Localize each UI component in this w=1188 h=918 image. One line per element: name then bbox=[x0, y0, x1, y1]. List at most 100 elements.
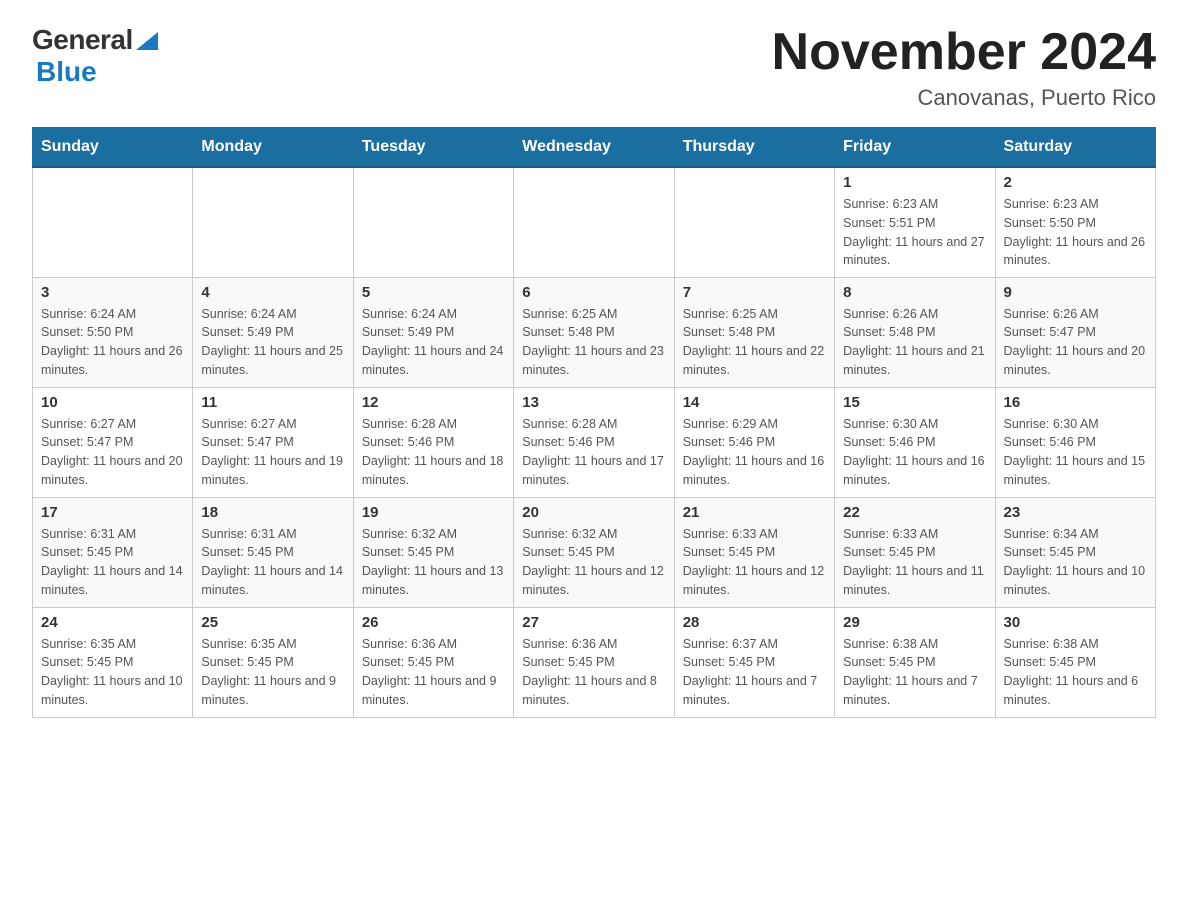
day-number: 29 bbox=[843, 614, 986, 631]
calendar-cell: 9 Sunrise: 6:26 AMSunset: 5:47 PMDaylight… bbox=[995, 277, 1155, 387]
day-number: 26 bbox=[362, 614, 505, 631]
day-info: Sunrise: 6:32 AMSunset: 5:45 PMDaylight:… bbox=[522, 525, 665, 600]
calendar-cell: 15 Sunrise: 6:30 AMSunset: 5:46 PMDayligh… bbox=[835, 387, 995, 497]
day-number: 25 bbox=[201, 614, 344, 631]
day-number: 5 bbox=[362, 284, 505, 301]
calendar-cell: 13 Sunrise: 6:28 AMSunset: 5:46 PMDayligh… bbox=[514, 387, 674, 497]
day-number: 12 bbox=[362, 394, 505, 411]
logo-triangle-icon bbox=[136, 32, 158, 50]
calendar-cell bbox=[193, 167, 353, 277]
calendar-cell: 2 Sunrise: 6:23 AMSunset: 5:50 PMDaylight… bbox=[995, 167, 1155, 277]
calendar-cell: 25 Sunrise: 6:35 AMSunset: 5:45 PMDayligh… bbox=[193, 607, 353, 717]
calendar-cell: 28 Sunrise: 6:37 AMSunset: 5:45 PMDayligh… bbox=[674, 607, 834, 717]
weekday-header-tuesday: Tuesday bbox=[353, 128, 513, 168]
calendar-cell: 6 Sunrise: 6:25 AMSunset: 5:48 PMDaylight… bbox=[514, 277, 674, 387]
calendar-cell: 29Sunrise: 6:38 AMSunset: 5:45 PMDayligh… bbox=[835, 607, 995, 717]
calendar-title: November 2024 bbox=[772, 24, 1156, 81]
calendar-week-row: 3 Sunrise: 6:24 AMSunset: 5:50 PMDaylight… bbox=[33, 277, 1156, 387]
day-info: Sunrise: 6:24 AMSunset: 5:49 PMDaylight:… bbox=[362, 305, 505, 380]
day-number: 2 bbox=[1004, 174, 1147, 191]
day-number: 14 bbox=[683, 394, 826, 411]
calendar-cell: 17 Sunrise: 6:31 AMSunset: 5:45 PMDayligh… bbox=[33, 497, 193, 607]
calendar-cell bbox=[33, 167, 193, 277]
day-info: Sunrise: 6:26 AMSunset: 5:47 PMDaylight:… bbox=[1004, 305, 1147, 380]
calendar-body: 1 Sunrise: 6:23 AMSunset: 5:51 PMDaylight… bbox=[33, 167, 1156, 717]
calendar-cell: 1 Sunrise: 6:23 AMSunset: 5:51 PMDaylight… bbox=[835, 167, 995, 277]
calendar-cell: 23 Sunrise: 6:34 AMSunset: 5:45 PMDayligh… bbox=[995, 497, 1155, 607]
day-info: Sunrise: 6:28 AMSunset: 5:46 PMDaylight:… bbox=[362, 415, 505, 490]
day-info: Sunrise: 6:30 AMSunset: 5:46 PMDaylight:… bbox=[1004, 415, 1147, 490]
day-info: Sunrise: 6:24 AMSunset: 5:49 PMDaylight:… bbox=[201, 305, 344, 380]
day-number: 30 bbox=[1004, 614, 1147, 631]
calendar-week-row: 24 Sunrise: 6:35 AMSunset: 5:45 PMDayligh… bbox=[33, 607, 1156, 717]
day-info: Sunrise: 6:33 AMSunset: 5:45 PMDaylight:… bbox=[843, 525, 986, 600]
calendar-cell: 3 Sunrise: 6:24 AMSunset: 5:50 PMDaylight… bbox=[33, 277, 193, 387]
day-number: 21 bbox=[683, 504, 826, 521]
calendar-cell: 21Sunrise: 6:33 AMSunset: 5:45 PMDayligh… bbox=[674, 497, 834, 607]
day-info: Sunrise: 6:28 AMSunset: 5:46 PMDaylight:… bbox=[522, 415, 665, 490]
day-number: 28 bbox=[683, 614, 826, 631]
calendar-cell: 11Sunrise: 6:27 AMSunset: 5:47 PMDayligh… bbox=[193, 387, 353, 497]
day-info: Sunrise: 6:31 AMSunset: 5:45 PMDaylight:… bbox=[201, 525, 344, 600]
day-number: 22 bbox=[843, 504, 986, 521]
calendar-cell bbox=[353, 167, 513, 277]
logo-blue-text: Blue bbox=[36, 56, 97, 87]
calendar-cell: 10Sunrise: 6:27 AMSunset: 5:47 PMDayligh… bbox=[33, 387, 193, 497]
day-info: Sunrise: 6:35 AMSunset: 5:45 PMDaylight:… bbox=[41, 635, 184, 710]
calendar-cell: 4 Sunrise: 6:24 AMSunset: 5:49 PMDaylight… bbox=[193, 277, 353, 387]
day-info: Sunrise: 6:25 AMSunset: 5:48 PMDaylight:… bbox=[683, 305, 826, 380]
day-number: 4 bbox=[201, 284, 344, 301]
day-info: Sunrise: 6:23 AMSunset: 5:50 PMDaylight:… bbox=[1004, 195, 1147, 270]
day-info: Sunrise: 6:36 AMSunset: 5:45 PMDaylight:… bbox=[362, 635, 505, 710]
weekday-header-friday: Friday bbox=[835, 128, 995, 168]
calendar-cell: 5 Sunrise: 6:24 AMSunset: 5:49 PMDaylight… bbox=[353, 277, 513, 387]
calendar-cell: 24 Sunrise: 6:35 AMSunset: 5:45 PMDayligh… bbox=[33, 607, 193, 717]
weekday-header-row: SundayMondayTuesdayWednesdayThursdayFrid… bbox=[33, 128, 1156, 168]
day-number: 7 bbox=[683, 284, 826, 301]
day-number: 27 bbox=[522, 614, 665, 631]
weekday-header-saturday: Saturday bbox=[995, 128, 1155, 168]
day-info: Sunrise: 6:29 AMSunset: 5:46 PMDaylight:… bbox=[683, 415, 826, 490]
calendar-cell: 26 Sunrise: 6:36 AMSunset: 5:45 PMDayligh… bbox=[353, 607, 513, 717]
day-info: Sunrise: 6:35 AMSunset: 5:45 PMDaylight:… bbox=[201, 635, 344, 710]
day-number: 6 bbox=[522, 284, 665, 301]
calendar-cell: 20Sunrise: 6:32 AMSunset: 5:45 PMDayligh… bbox=[514, 497, 674, 607]
day-number: 1 bbox=[843, 174, 986, 191]
calendar-subtitle: Canovanas, Puerto Rico bbox=[772, 85, 1156, 111]
day-info: Sunrise: 6:36 AMSunset: 5:45 PMDaylight:… bbox=[522, 635, 665, 710]
day-number: 9 bbox=[1004, 284, 1147, 301]
day-number: 10 bbox=[41, 394, 184, 411]
day-info: Sunrise: 6:26 AMSunset: 5:48 PMDaylight:… bbox=[843, 305, 986, 380]
day-info: Sunrise: 6:34 AMSunset: 5:45 PMDaylight:… bbox=[1004, 525, 1147, 600]
day-number: 23 bbox=[1004, 504, 1147, 521]
day-info: Sunrise: 6:24 AMSunset: 5:50 PMDaylight:… bbox=[41, 305, 184, 380]
calendar-cell: 16Sunrise: 6:30 AMSunset: 5:46 PMDayligh… bbox=[995, 387, 1155, 497]
day-info: Sunrise: 6:30 AMSunset: 5:46 PMDaylight:… bbox=[843, 415, 986, 490]
header: General Blue November 2024 Canovanas, Pu… bbox=[32, 24, 1156, 111]
day-info: Sunrise: 6:31 AMSunset: 5:45 PMDaylight:… bbox=[41, 525, 184, 600]
day-info: Sunrise: 6:32 AMSunset: 5:45 PMDaylight:… bbox=[362, 525, 505, 600]
weekday-header-sunday: Sunday bbox=[33, 128, 193, 168]
title-area: November 2024 Canovanas, Puerto Rico bbox=[772, 24, 1156, 111]
calendar-table: SundayMondayTuesdayWednesdayThursdayFrid… bbox=[32, 127, 1156, 718]
day-number: 3 bbox=[41, 284, 184, 301]
day-info: Sunrise: 6:23 AMSunset: 5:51 PMDaylight:… bbox=[843, 195, 986, 270]
day-info: Sunrise: 6:37 AMSunset: 5:45 PMDaylight:… bbox=[683, 635, 826, 710]
day-info: Sunrise: 6:38 AMSunset: 5:45 PMDaylight:… bbox=[1004, 635, 1147, 710]
day-number: 17 bbox=[41, 504, 184, 521]
calendar-cell: 7 Sunrise: 6:25 AMSunset: 5:48 PMDaylight… bbox=[674, 277, 834, 387]
weekday-header-thursday: Thursday bbox=[674, 128, 834, 168]
weekday-header-wednesday: Wednesday bbox=[514, 128, 674, 168]
calendar-cell: 18 Sunrise: 6:31 AMSunset: 5:45 PMDayligh… bbox=[193, 497, 353, 607]
day-info: Sunrise: 6:25 AMSunset: 5:48 PMDaylight:… bbox=[522, 305, 665, 380]
day-number: 13 bbox=[522, 394, 665, 411]
calendar-cell bbox=[514, 167, 674, 277]
day-number: 18 bbox=[201, 504, 344, 521]
day-number: 15 bbox=[843, 394, 986, 411]
logo-general-text: General bbox=[32, 24, 133, 56]
day-number: 8 bbox=[843, 284, 986, 301]
day-number: 24 bbox=[41, 614, 184, 631]
calendar-cell bbox=[674, 167, 834, 277]
calendar-header: SundayMondayTuesdayWednesdayThursdayFrid… bbox=[33, 128, 1156, 168]
calendar-cell: 8 Sunrise: 6:26 AMSunset: 5:48 PMDaylight… bbox=[835, 277, 995, 387]
